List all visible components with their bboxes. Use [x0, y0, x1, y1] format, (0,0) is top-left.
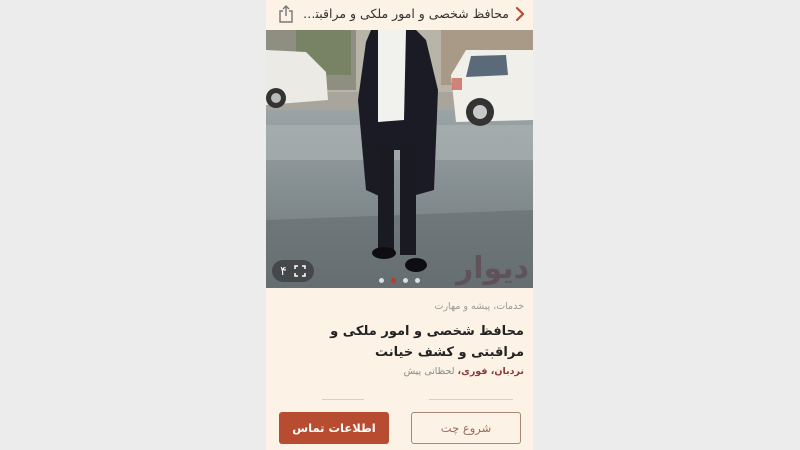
- start-chat-button[interactable]: شروع چت: [411, 412, 521, 444]
- expand-icon: [293, 265, 306, 277]
- carousel-dots: [266, 278, 533, 283]
- top-bar: محافظ شخصی و امور ملکی و مراقبتی و...: [266, 0, 533, 30]
- chevron-right-icon[interactable]: [513, 6, 527, 22]
- app-screen: محافظ شخصی و امور ملکی و مراقبتی و... دی…: [266, 0, 533, 450]
- share-icon[interactable]: [278, 4, 294, 24]
- page-title: محافظ شخصی و امور ملکی و مراقبتی و...: [299, 6, 509, 21]
- divider: [322, 399, 364, 400]
- photo-image: [266, 30, 533, 288]
- listing-tags: نردبان، فوری، لحظاتی پیش: [404, 366, 524, 377]
- category-breadcrumb[interactable]: خدمات، پیشه و مهارت: [435, 301, 524, 312]
- photo-count-value: ۴: [280, 264, 287, 278]
- listing-title: محافظ شخصی و امور ملکی و مراقبتی و کشف خ…: [330, 324, 524, 360]
- listing-photo[interactable]: دیوار ۴: [266, 30, 533, 288]
- carousel-dot[interactable]: [415, 278, 420, 283]
- carousel-dot[interactable]: [403, 278, 408, 283]
- tag-badges: نردبان، فوری،: [457, 366, 524, 377]
- contact-info-button[interactable]: اطلاعات تماس: [279, 412, 389, 444]
- posted-time: لحظاتی پیش: [403, 366, 455, 377]
- carousel-dot-active[interactable]: [391, 278, 396, 283]
- divider: [429, 399, 513, 400]
- carousel-dot[interactable]: [379, 278, 384, 283]
